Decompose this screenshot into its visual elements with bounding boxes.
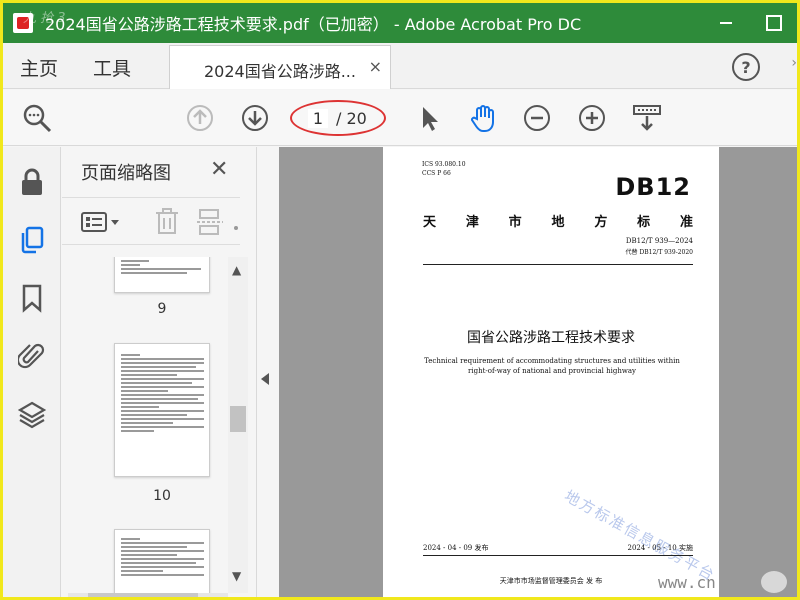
thumbnails-panel-title: 页面缩略图 xyxy=(81,163,171,184)
maximize-button[interactable] xyxy=(761,11,787,35)
document-title-english: Technical requirement of accommodating s… xyxy=(424,357,680,375)
hand-tool-icon[interactable] xyxy=(467,102,499,134)
next-page-icon[interactable] xyxy=(239,102,271,134)
tab-overflow-icon[interactable]: › xyxy=(791,55,797,71)
replaced-standard: 代替 DB12/T 939-2020 xyxy=(625,249,693,256)
region-char: 标 xyxy=(637,215,651,230)
document-view[interactable]: ICS 93.080.10 CCS P 66 DB12 天 津 市 地 方 标 … xyxy=(279,147,797,597)
tab-bar: 主页 工具 2024国省公路涉路... × xyxy=(3,43,797,89)
page-watermark: 地方标准信息服务平台 xyxy=(561,486,719,585)
thumbnails-scrollbar[interactable]: ▲ ▼ xyxy=(228,257,248,593)
more-tools-icon[interactable] xyxy=(234,226,238,230)
scroll-up-icon[interactable]: ▲ xyxy=(232,263,241,277)
bookmark-icon[interactable] xyxy=(18,283,46,313)
menu-home[interactable]: 主页 xyxy=(20,54,58,81)
region-char: 天 xyxy=(423,215,437,230)
window-title: 2024国省公路涉路工程技术要求.pdf（已加密） - Adobe Acroba… xyxy=(45,15,582,34)
zoom-out-icon[interactable] xyxy=(521,102,553,134)
thumbnails-close-icon[interactable]: ✕ xyxy=(210,157,228,182)
region-char: 市 xyxy=(508,215,522,230)
horizontal-scrollbar-thumb[interactable] xyxy=(88,593,198,597)
menu-tools[interactable]: 工具 xyxy=(93,54,131,81)
thumbnail-options-icon[interactable] xyxy=(80,210,124,234)
scroll-mode-icon[interactable] xyxy=(631,102,663,134)
region-char: 方 xyxy=(594,215,608,230)
corner-logo-icon xyxy=(761,571,787,593)
document-tab-close-icon[interactable]: × xyxy=(369,57,382,76)
page-thumbnail-label: 10 xyxy=(153,488,171,504)
previous-page-icon[interactable] xyxy=(184,102,216,134)
pdf-page: ICS 93.080.10 CCS P 66 DB12 天 津 市 地 方 标 … xyxy=(383,147,719,597)
document-tab-label: 2024国省公路涉路... xyxy=(204,62,356,81)
help-icon[interactable]: ? xyxy=(732,53,760,81)
issue-date: 2024 - 04 - 09 发布 xyxy=(423,544,489,552)
page-thumbnail-10[interactable] xyxy=(114,343,210,477)
footer-divider xyxy=(423,555,693,556)
page-thumbnail-11[interactable] xyxy=(114,529,210,597)
logo-watermark: 九 抢 3 xyxy=(23,11,66,26)
title-bar: 九 抢 3 2024国省公路涉路工程技术要求.pdf（已加密） - Adobe … xyxy=(3,3,797,43)
document-tab[interactable]: 2024国省公路涉路... × xyxy=(169,45,391,89)
thumbnails-toolbar xyxy=(62,197,240,245)
page-thumbnails-icon[interactable] xyxy=(18,225,46,255)
region-char: 准 xyxy=(679,215,693,230)
page-number-input[interactable]: 1 xyxy=(308,109,328,128)
thumbnails-panel: 页面缩略图 ✕ 9 10 ▲ ▼ xyxy=(62,147,257,597)
header-divider xyxy=(423,264,693,265)
attachment-icon[interactable] xyxy=(18,341,46,371)
page-total: / 20 xyxy=(336,109,367,128)
layers-icon[interactable] xyxy=(18,399,46,429)
thumbnails-list: 9 10 xyxy=(62,257,228,597)
thumbnails-horizontal-scrollbar[interactable] xyxy=(68,593,228,597)
ccs-code: CCS P 66 xyxy=(422,170,451,177)
zoom-in-icon[interactable] xyxy=(576,102,608,134)
implementation-date: 2024 - 05 - 10 实施 xyxy=(627,544,694,552)
lock-icon[interactable] xyxy=(18,167,46,197)
search-icon[interactable] xyxy=(21,102,53,134)
thumbnails-scrollbar-thumb[interactable] xyxy=(230,406,246,432)
corner-watermark: www.cn xyxy=(658,573,716,592)
page-thumbnail-label: 9 xyxy=(157,301,167,317)
ics-code: ICS 93.080.10 xyxy=(422,161,466,168)
standard-prefix: DB12 xyxy=(615,173,691,201)
delete-page-icon[interactable] xyxy=(154,208,180,236)
toolbar: 1 / 20 xyxy=(3,90,797,146)
insert-page-icon[interactable] xyxy=(196,208,224,236)
document-title-chinese: 国省公路涉路工程技术要求 xyxy=(467,330,635,346)
scroll-down-icon[interactable]: ▼ xyxy=(232,569,241,583)
page-thumbnail-9[interactable] xyxy=(114,257,210,293)
standard-code: DB12/T 939—2024 xyxy=(625,237,693,245)
region-char: 津 xyxy=(465,215,479,230)
region-char: 地 xyxy=(551,215,565,230)
app-window: 九 抢 3 2024国省公路涉路工程技术要求.pdf（已加密） - Adobe … xyxy=(0,0,800,600)
navigation-rail xyxy=(3,147,61,597)
standard-region-heading: 天 津 市 地 方 标 准 xyxy=(423,211,693,230)
minimize-button[interactable] xyxy=(713,11,739,35)
collapse-panel-icon[interactable] xyxy=(261,373,269,385)
select-cursor-icon[interactable] xyxy=(413,102,445,134)
